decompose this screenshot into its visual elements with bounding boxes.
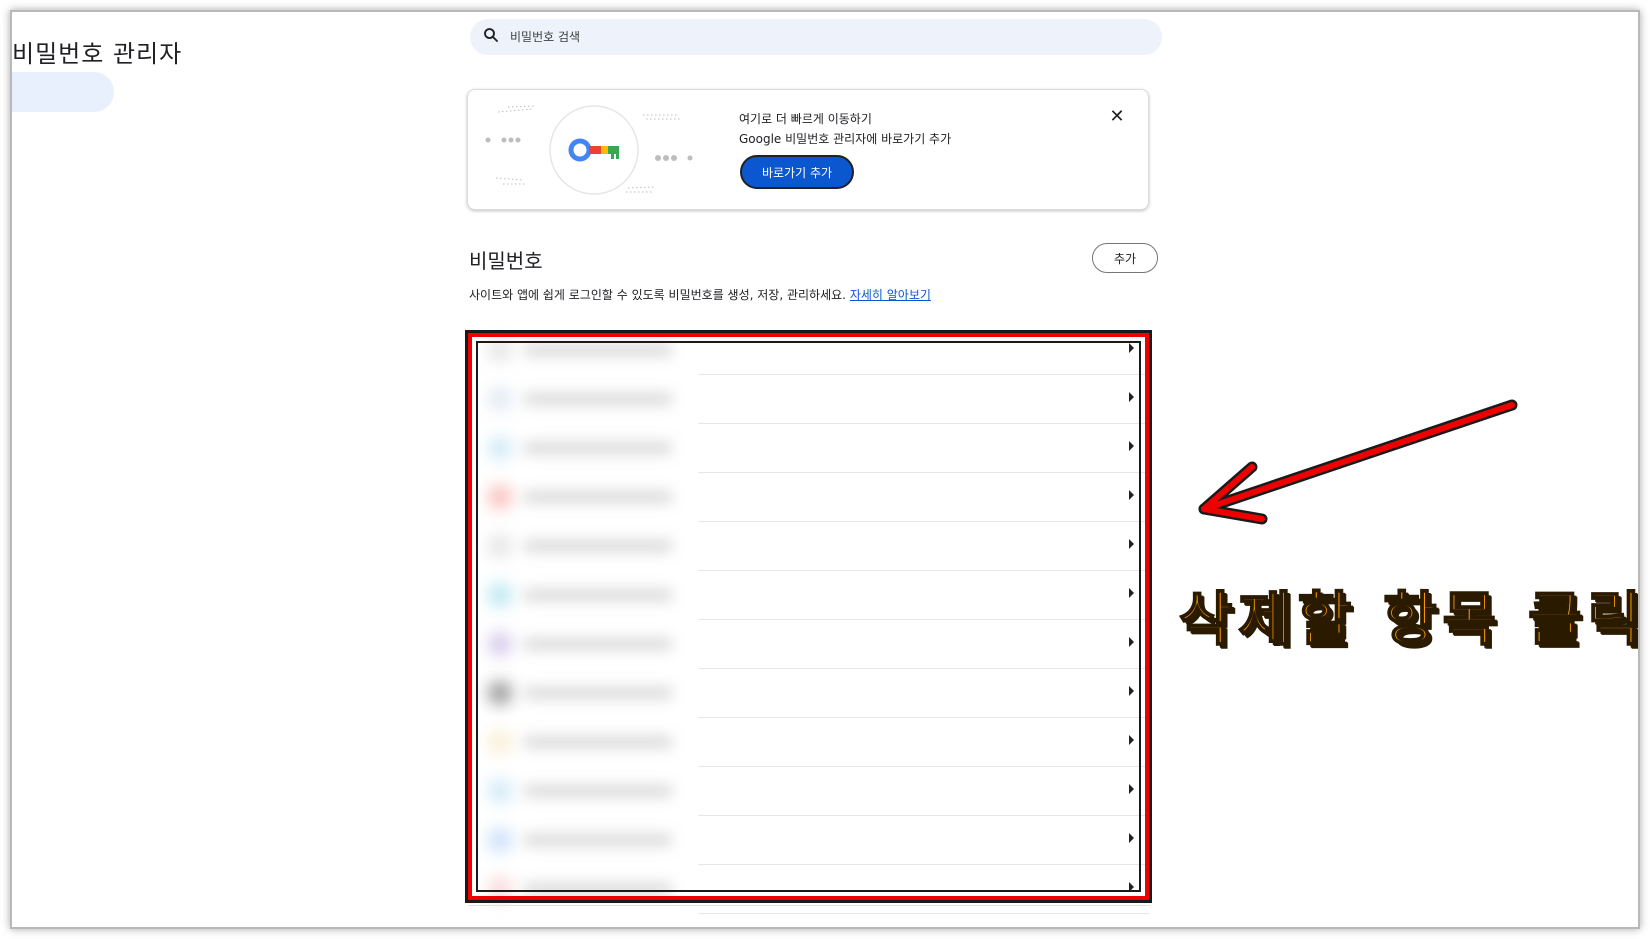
site-favicon-icon bbox=[488, 681, 512, 705]
password-manager-key-illustration bbox=[485, 105, 693, 195]
chevron-right-icon bbox=[1129, 637, 1134, 647]
site-favicon-icon bbox=[488, 828, 512, 852]
blurred-site-name bbox=[523, 589, 673, 601]
chevron-right-icon bbox=[1129, 686, 1134, 696]
chevron-right-icon bbox=[1129, 735, 1134, 745]
annotation-callout-text: 삭제할 항목 클릭 bbox=[1178, 584, 1640, 654]
password-row[interactable] bbox=[468, 424, 1150, 473]
password-row[interactable] bbox=[468, 522, 1150, 571]
blurred-site-name bbox=[523, 785, 673, 797]
password-row[interactable] bbox=[468, 816, 1150, 865]
blurred-site-name bbox=[523, 883, 673, 895]
chevron-right-icon bbox=[1129, 490, 1134, 500]
site-favicon-icon bbox=[488, 730, 512, 754]
sidebar-item-active[interactable] bbox=[12, 72, 114, 112]
blurred-site-name bbox=[523, 540, 673, 552]
blurred-site-name bbox=[523, 638, 673, 650]
site-favicon-icon bbox=[488, 779, 512, 803]
chevron-right-icon bbox=[1129, 441, 1134, 451]
password-row[interactable] bbox=[468, 375, 1150, 424]
site-favicon-icon bbox=[488, 436, 512, 460]
site-favicon-icon bbox=[488, 632, 512, 656]
password-row[interactable] bbox=[468, 326, 1150, 375]
blurred-site-name bbox=[523, 491, 673, 503]
chevron-right-icon bbox=[1129, 588, 1134, 598]
site-favicon-icon bbox=[488, 485, 512, 509]
list-bottom-edge bbox=[468, 905, 1150, 927]
site-favicon-icon bbox=[488, 387, 512, 411]
password-row[interactable] bbox=[468, 473, 1150, 522]
annotation-arrow-icon bbox=[1198, 399, 1518, 525]
site-favicon-icon bbox=[488, 877, 512, 901]
password-row[interactable] bbox=[468, 669, 1150, 718]
promo-subtext: Google 비밀번호 관리자에 바로가기 추가 bbox=[739, 132, 952, 146]
learn-more-link[interactable]: 자세히 알아보기 bbox=[850, 288, 931, 302]
passwords-section-title: 비밀번호 bbox=[469, 249, 543, 273]
search-input[interactable] bbox=[508, 29, 1112, 45]
password-row[interactable] bbox=[468, 767, 1150, 816]
promo-heading: 여기로 더 빠르게 이동하기 bbox=[739, 112, 872, 126]
passwords-description: 사이트와 앱에 쉽게 로그인할 수 있도록 비밀번호를 생성, 저장, 관리하세… bbox=[469, 286, 931, 303]
close-icon[interactable]: ✕ bbox=[1105, 105, 1129, 129]
blurred-site-name bbox=[523, 834, 673, 846]
chevron-right-icon bbox=[1129, 882, 1134, 892]
add-password-button[interactable]: 추가 bbox=[1092, 243, 1158, 273]
blurred-site-name bbox=[523, 442, 673, 454]
chevron-right-icon bbox=[1129, 343, 1134, 353]
password-list bbox=[468, 326, 1150, 914]
site-favicon-icon bbox=[488, 338, 512, 362]
chevron-right-icon bbox=[1129, 539, 1134, 549]
blurred-site-name bbox=[523, 344, 673, 356]
add-shortcut-button[interactable]: 바로가기 추가 bbox=[740, 155, 854, 189]
password-row[interactable] bbox=[468, 620, 1150, 669]
shortcut-promo-card: 여기로 더 빠르게 이동하기 Google 비밀번호 관리자에 바로가기 추가 … bbox=[467, 89, 1149, 210]
chevron-right-icon bbox=[1129, 784, 1134, 794]
browser-window: 비밀번호 관리자 여기로 더 빠르게 bbox=[10, 10, 1640, 929]
chevron-right-icon bbox=[1129, 833, 1134, 843]
password-row[interactable] bbox=[468, 718, 1150, 767]
app-title: 비밀번호 관리자 bbox=[12, 40, 183, 68]
site-favicon-icon bbox=[488, 583, 512, 607]
blurred-site-name bbox=[523, 736, 673, 748]
chevron-right-icon bbox=[1129, 392, 1134, 402]
blurred-site-name bbox=[523, 687, 673, 699]
blurred-site-name bbox=[523, 393, 673, 405]
description-text: 사이트와 앱에 쉽게 로그인할 수 있도록 비밀번호를 생성, 저장, 관리하세… bbox=[469, 288, 846, 302]
search-bar[interactable] bbox=[470, 19, 1162, 55]
password-row[interactable] bbox=[468, 571, 1150, 620]
site-favicon-icon bbox=[488, 534, 512, 558]
search-icon bbox=[482, 26, 500, 48]
